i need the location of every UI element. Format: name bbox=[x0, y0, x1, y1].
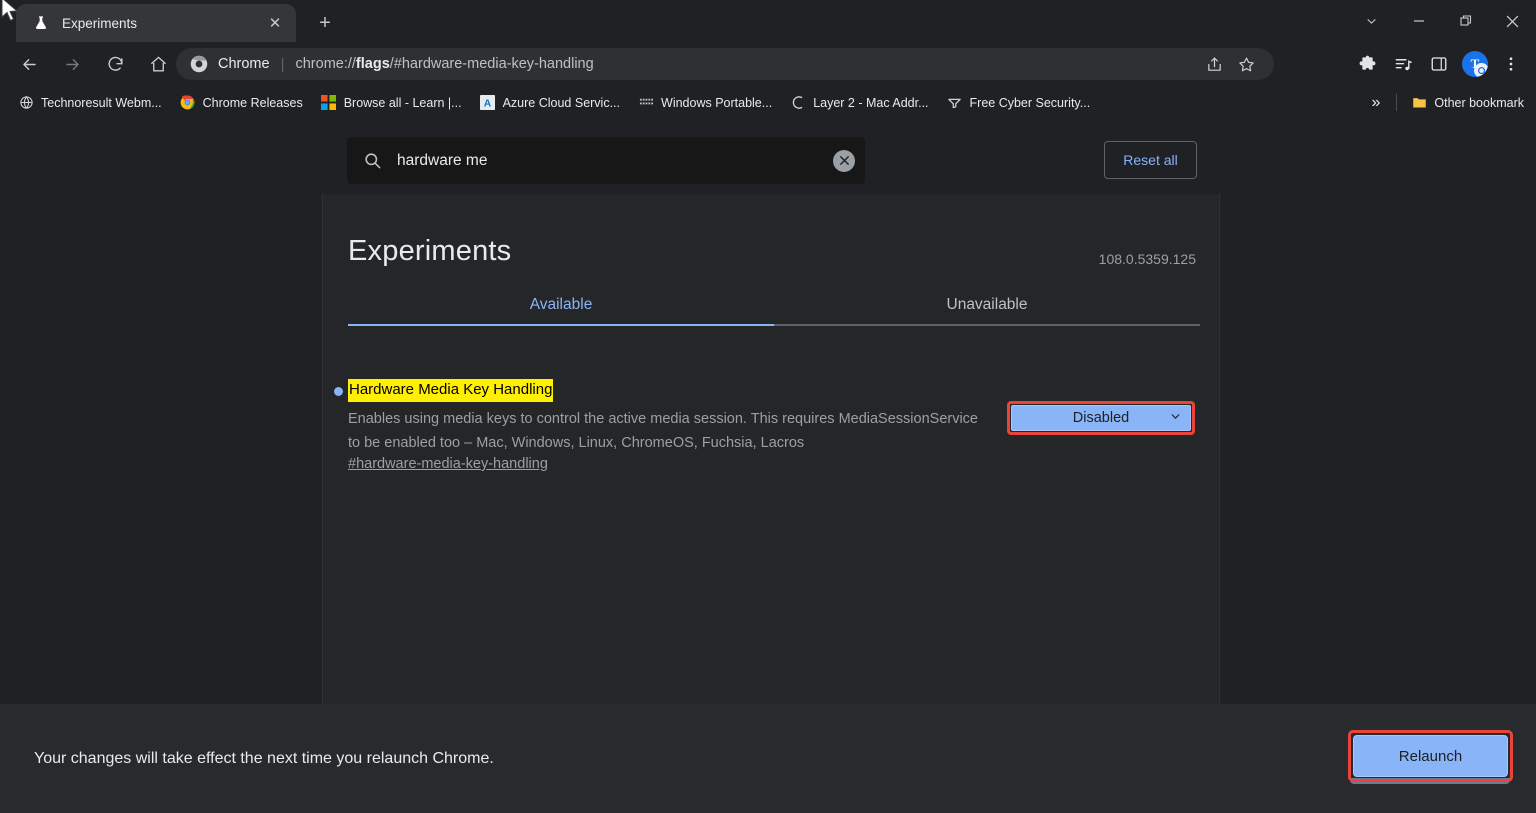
star-icon[interactable] bbox=[1232, 50, 1260, 78]
reset-all-button[interactable]: Reset all bbox=[1104, 141, 1197, 179]
chrome-icon bbox=[190, 55, 208, 73]
flag-permalink[interactable]: #hardware-media-key-handling bbox=[348, 456, 548, 472]
browser-toolbar: Chrome | chrome://flags/#hardware-media-… bbox=[0, 42, 1536, 86]
relaunch-bar: Your changes will take effect the next t… bbox=[0, 704, 1536, 813]
avatar: T bbox=[1462, 51, 1488, 77]
sync-badge-icon bbox=[1474, 63, 1488, 77]
bookmark-item[interactable]: Technoresult Webm... bbox=[10, 90, 170, 116]
more-menu-icon[interactable] bbox=[1494, 47, 1528, 81]
relaunch-annotation: Relaunch bbox=[1348, 730, 1513, 782]
window-controls bbox=[1348, 0, 1536, 42]
page-title: Experiments bbox=[348, 235, 512, 267]
flag-description: Enables using media keys to control the … bbox=[348, 411, 978, 451]
back-icon[interactable] bbox=[12, 47, 46, 81]
chrome-version: 108.0.5359.125 bbox=[1098, 251, 1196, 267]
divider bbox=[1396, 94, 1398, 111]
address-bar[interactable]: Chrome | chrome://flags/#hardware-media-… bbox=[176, 48, 1274, 80]
search-icon bbox=[363, 151, 383, 171]
omnibox-url: chrome://flags/#hardware-media-key-handl… bbox=[295, 56, 593, 72]
flag-state-select[interactable]: Disabled bbox=[1011, 405, 1191, 431]
bookmark-label: Chrome Releases bbox=[202, 95, 303, 110]
new-tab-button[interactable]: + bbox=[310, 8, 340, 38]
azure-a-icon: A bbox=[480, 95, 496, 111]
close-icon[interactable]: ✕ bbox=[264, 12, 286, 34]
other-bookmarks-label: Other bookmark bbox=[1434, 95, 1524, 110]
tab-active-indicator bbox=[348, 324, 774, 326]
bookmark-item[interactable]: Chrome Releases bbox=[172, 90, 311, 116]
bookmark-label: Browse all - Learn |... bbox=[343, 95, 462, 110]
forward-icon[interactable] bbox=[55, 47, 89, 81]
url-suffix: /#hardware-media-key-handling bbox=[389, 56, 594, 72]
search-input[interactable] bbox=[397, 151, 833, 170]
url-bold: flags bbox=[355, 56, 390, 72]
bookmark-label: Layer 2 - Mac Addr... bbox=[813, 95, 929, 110]
extensions-icon[interactable] bbox=[1350, 47, 1384, 81]
close-window-icon[interactable] bbox=[1489, 0, 1536, 42]
search-box[interactable] bbox=[347, 137, 865, 184]
page-gutter-right bbox=[1220, 194, 1536, 777]
side-panel-icon[interactable] bbox=[1422, 47, 1456, 81]
reload-icon[interactable] bbox=[98, 47, 132, 81]
omnibox-actions bbox=[1200, 50, 1260, 78]
bookmark-label: Technoresult Webm... bbox=[41, 95, 162, 110]
flag-status-dot bbox=[334, 387, 343, 396]
bookmark-item[interactable]: Free Cyber Security... bbox=[939, 90, 1099, 116]
bookmark-label: Free Cyber Security... bbox=[969, 95, 1091, 110]
microsoft-icon bbox=[321, 95, 337, 111]
chrome-icon bbox=[180, 95, 196, 111]
page-gutter-left bbox=[0, 194, 322, 777]
other-bookmarks-button[interactable]: Other bookmark bbox=[1403, 90, 1532, 116]
relaunch-message: Your changes will take effect the next t… bbox=[34, 750, 494, 767]
bookmark-item[interactable]: Layer 2 - Mac Addr... bbox=[782, 90, 936, 116]
bookmarks-bar-right: » Other bookmark bbox=[1361, 86, 1536, 119]
globe-icon bbox=[18, 95, 34, 111]
flag-title: Hardware Media Key Handling bbox=[348, 379, 554, 402]
profile-avatar[interactable]: T bbox=[1458, 47, 1492, 81]
funnel-icon bbox=[947, 95, 963, 111]
share-icon[interactable] bbox=[1200, 50, 1228, 78]
bookmark-label: Windows Portable... bbox=[661, 95, 773, 110]
clear-search-icon[interactable] bbox=[833, 149, 855, 172]
browser-tab[interactable]: Experiments ✕ bbox=[16, 4, 296, 42]
svg-text:A: A bbox=[484, 99, 492, 110]
browser-window: Experiments ✕ + Chrome | chrome://flags/… bbox=[0, 0, 1536, 813]
tab-title: Experiments bbox=[62, 15, 138, 31]
chevron-down-icon bbox=[1169, 410, 1182, 423]
omnibox-separator: | bbox=[280, 55, 285, 73]
url-prefix: chrome:// bbox=[295, 56, 356, 72]
bookmark-item[interactable]: Windows Portable... bbox=[630, 90, 780, 116]
flag-select-value: Disabled bbox=[1072, 410, 1130, 426]
restore-icon[interactable] bbox=[1442, 0, 1489, 42]
toolbar-icons: T bbox=[1350, 47, 1528, 81]
omnibox-brand: Chrome bbox=[218, 56, 270, 72]
tab-unavailable[interactable]: Unavailable bbox=[774, 285, 1200, 324]
arc-icon bbox=[790, 95, 806, 111]
relaunch-button[interactable]: Relaunch bbox=[1353, 735, 1508, 777]
flask-icon bbox=[32, 14, 50, 32]
media-controls-icon[interactable] bbox=[1386, 47, 1420, 81]
flags-search-bar: Reset all bbox=[0, 119, 1536, 194]
bookmarks-bar: Technoresult Webm... Chrome Releases Bro… bbox=[0, 86, 1536, 119]
bookmark-item[interactable]: Browse all - Learn |... bbox=[313, 90, 470, 116]
tab-strip: Experiments ✕ + bbox=[0, 0, 1536, 42]
minimize-icon[interactable] bbox=[1395, 0, 1442, 42]
pixel-icon bbox=[638, 95, 654, 111]
flag-select-annotation: Disabled bbox=[1007, 401, 1195, 435]
flags-tabs: Available Unavailable bbox=[348, 296, 1200, 326]
bookmarks-overflow-icon[interactable]: » bbox=[1361, 94, 1390, 112]
flags-content-panel: Experiments 108.0.5359.125 Available Una… bbox=[322, 194, 1220, 777]
home-icon[interactable] bbox=[141, 47, 175, 81]
bookmark-item[interactable]: A Azure Cloud Servic... bbox=[472, 90, 628, 116]
tab-available[interactable]: Available bbox=[348, 285, 774, 324]
tab-search-icon[interactable] bbox=[1348, 0, 1395, 42]
bookmark-label: Azure Cloud Servic... bbox=[502, 95, 621, 110]
folder-icon bbox=[1411, 95, 1427, 111]
